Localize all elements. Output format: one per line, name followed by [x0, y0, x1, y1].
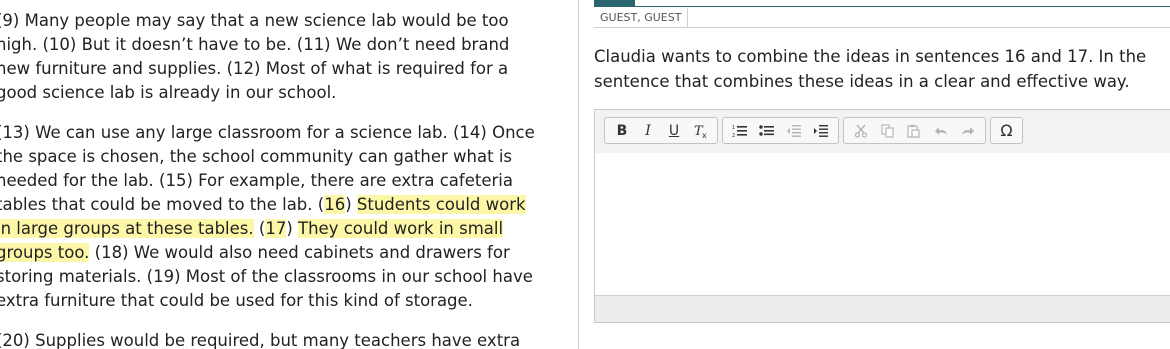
passage-line: new furniture and supplies. (12) Most of…: [0, 59, 509, 78]
redo-icon: [961, 126, 974, 135]
svg-text:x: x: [702, 131, 707, 139]
passage-line: (13) We can use any large classroom for …: [0, 123, 535, 142]
text: ): [345, 195, 357, 214]
text: tables that could be moved to the lab. (: [0, 195, 325, 214]
toolbar-group-insert: Ω: [990, 117, 1023, 144]
editor-toolbar: B I U T x 1 2 Ω: [595, 110, 1170, 154]
passage-line: (9) Many people may say that a new scien…: [0, 11, 509, 30]
passage-line: tables that could be moved to the lab. (…: [0, 193, 572, 217]
reading-passage: (9) Many people may say that a new scien…: [0, 0, 578, 349]
toolbar-group-styles: B I U T x: [604, 117, 718, 144]
svg-text:2: 2: [732, 133, 735, 138]
paste-icon: [907, 124, 921, 138]
svg-text:1: 1: [732, 125, 735, 131]
highlighted-sentence-17: They could work in small: [298, 219, 504, 238]
highlighted-sentence-16: Students could work: [356, 195, 526, 214]
item-pane: GUEST, GUEST Claudia wants to combine th…: [579, 0, 1170, 349]
indent-icon: [813, 124, 828, 137]
passage-paragraph: (13) We can use any large classroom for …: [0, 121, 572, 313]
undo-button[interactable]: [928, 118, 955, 143]
prompt-line: sentence that combines these ideas in a …: [594, 72, 1130, 91]
copy-icon: [881, 123, 894, 138]
highlighted-sentence-16: in large groups at these tables.: [0, 219, 254, 238]
remove-format-icon: T x: [694, 124, 707, 139]
remove-format-button[interactable]: T x: [687, 118, 713, 143]
user-label: GUEST, GUEST: [594, 8, 689, 27]
text: (: [253, 219, 266, 238]
italic-button[interactable]: I: [635, 118, 661, 143]
toolbar-group-clipboard: [843, 117, 986, 144]
text: ): [286, 219, 299, 238]
toolbar-group-lists: 1 2: [722, 117, 839, 144]
indent-button[interactable]: [807, 118, 834, 143]
passage-line: extra furniture that could be used for t…: [0, 291, 473, 310]
passage-line: storing materials. (19) Most of the clas…: [0, 267, 533, 286]
passage-paragraph: (9) Many people may say that a new scien…: [0, 9, 572, 105]
passage-line: needed for the lab. (15) For example, th…: [0, 171, 513, 190]
bold-button[interactable]: B: [609, 118, 635, 143]
cut-button[interactable]: [848, 118, 875, 143]
item-prompt: Claudia wants to combine the ideas in se…: [594, 44, 1170, 94]
sentence-number-16: 16: [324, 195, 346, 214]
text: (18): [89, 243, 134, 262]
outdent-button[interactable]: [781, 118, 808, 143]
redo-button[interactable]: [954, 118, 981, 143]
outdent-icon: [786, 124, 801, 137]
passage-paragraph: (20) Supplies would be required, but man…: [0, 329, 572, 349]
active-tab-indicator: [594, 0, 635, 7]
copy-button[interactable]: [875, 118, 902, 143]
passage-line: the space is chosen, the school communit…: [0, 147, 513, 166]
passage-line: (20) Supplies would be required, but man…: [0, 331, 521, 349]
header-rule: [594, 6, 1170, 7]
paste-button[interactable]: [901, 118, 928, 143]
response-text-area[interactable]: [595, 153, 1170, 296]
response-editor: B I U T x 1 2 Ω: [594, 109, 1170, 323]
passage-line: high. (10) But it doesn’t have to be. (1…: [0, 35, 510, 54]
text: We would also need cabinets and drawers …: [133, 243, 510, 262]
undo-icon: [935, 126, 948, 135]
highlighted-sentence-17: groups too.: [0, 243, 90, 262]
numbered-list-icon: 1 2: [732, 125, 748, 138]
sentence-number-17: 17: [265, 219, 287, 238]
bulleted-list-icon: [759, 124, 775, 136]
bulleted-list-button[interactable]: [754, 118, 781, 143]
passage-line: good science lab is already in our schoo…: [0, 83, 337, 102]
numbered-list-button[interactable]: 1 2: [727, 118, 754, 143]
underline-button[interactable]: U: [661, 118, 687, 143]
prompt-line: Claudia wants to combine the ideas in se…: [594, 47, 1147, 66]
passage-line: groups too. (18) We would also need cabi…: [0, 241, 572, 265]
passage-line: in large groups at these tables. (17) Th…: [0, 217, 572, 241]
editor-status-bar: [595, 295, 1170, 322]
user-rule: [594, 27, 1170, 28]
special-character-button[interactable]: Ω: [993, 118, 1020, 143]
cut-icon: [855, 124, 868, 138]
